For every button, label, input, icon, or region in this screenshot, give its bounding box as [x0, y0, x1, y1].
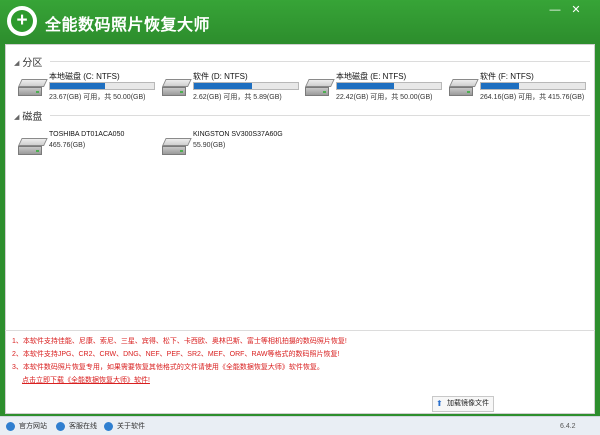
- app-title: 全能数码照片恢复大师: [45, 17, 211, 34]
- collapse-arrow-icon: ◢: [14, 114, 20, 121]
- hard-drive-icon: [18, 138, 48, 158]
- hard-drive-icon: [449, 79, 479, 99]
- disk-name: KINGSTON SV300S37A60G: [193, 131, 283, 138]
- partition-size: 264.16(GB) 可用，共 415.76(GB): [480, 94, 585, 101]
- collapse-arrow-icon: ◢: [14, 60, 20, 67]
- partition-item-c[interactable]: 本地磁盘 (C: NTFS) 23.67(GB) 可用，共 50.00(GB): [18, 71, 155, 111]
- close-button[interactable]: ✕: [568, 3, 584, 17]
- partition-name: 本地磁盘 (E: NTFS): [336, 72, 407, 81]
- disks-section-label: 磁盘: [22, 112, 43, 123]
- info-icon: [104, 422, 113, 431]
- status-bar: 官方网站 客服在线 关于软件 6.4.2: [0, 416, 600, 435]
- disk-name: TOSHIBA DT01ACA050: [49, 131, 125, 138]
- partition-name: 本地磁盘 (C: NTFS): [49, 72, 120, 81]
- notes-panel: 1、本软件支持佳能、尼康、索尼、三星、宾得、松下、卡西欧、奥林巴斯、富士等相机拍…: [12, 335, 432, 387]
- partition-item-e[interactable]: 本地磁盘 (E: NTFS) 22.42(GB) 可用，共 50.00(GB): [305, 71, 442, 111]
- official-site-label: 官方网站: [19, 423, 47, 430]
- usage-bar-fill: [50, 83, 106, 89]
- partition-size: 2.62(GB) 可用，共 5.89(GB): [193, 94, 282, 101]
- partitions-section-header[interactable]: ◢ 分区: [14, 54, 43, 69]
- hard-drive-icon: [162, 79, 192, 99]
- usage-bar: [336, 82, 442, 90]
- disk-item-kingston[interactable]: KINGSTON SV300S37A60G 55.90(GB): [162, 131, 297, 165]
- note-line: 1、本软件支持佳能、尼康、索尼、三星、宾得、松下、卡西欧、奥林巴斯、富士等相机拍…: [12, 338, 347, 345]
- usage-bar: [193, 82, 299, 90]
- partition-size: 22.42(GB) 可用，共 50.00(GB): [336, 94, 433, 101]
- partition-name: 软件 (D: NTFS): [193, 72, 248, 81]
- hard-drive-icon: [305, 79, 335, 99]
- partition-name: 软件 (F: NTFS): [480, 72, 534, 81]
- chat-icon: [56, 422, 65, 431]
- partition-item-d[interactable]: 软件 (D: NTFS) 2.62(GB) 可用，共 5.89(GB): [162, 71, 299, 111]
- online-service-link[interactable]: 客服在线: [56, 420, 97, 433]
- disk-item-toshiba[interactable]: TOSHIBA DT01ACA050 465.76(GB): [18, 131, 153, 165]
- hard-drive-icon: [18, 79, 48, 99]
- notes-divider: [5, 330, 595, 331]
- version-label: 6.4.2: [560, 423, 576, 430]
- minimize-button[interactable]: —: [547, 3, 563, 17]
- usage-bar: [480, 82, 586, 90]
- usage-bar-fill: [481, 83, 520, 89]
- partition-item-f[interactable]: 软件 (F: NTFS) 264.16(GB) 可用，共 415.76(GB): [449, 71, 586, 111]
- official-site-link[interactable]: 官方网站: [6, 420, 47, 433]
- section-divider: [50, 115, 590, 116]
- disk-size: 465.76(GB): [49, 142, 86, 149]
- load-image-button[interactable]: ⬆ 加载镜像文件: [432, 396, 494, 412]
- about-link[interactable]: 关于软件: [104, 420, 145, 433]
- load-image-label: 加载镜像文件: [447, 400, 489, 407]
- partition-size: 23.67(GB) 可用，共 50.00(GB): [49, 94, 146, 101]
- disks-section-header[interactable]: ◢ 磁盘: [14, 108, 43, 123]
- partitions-section-label: 分区: [22, 58, 43, 69]
- upload-icon: ⬆: [436, 399, 443, 408]
- note-line: 3、本软件数码照片恢复专用，如果需要恢复其他格式的文件请使用《全能数据恢复大师》…: [12, 364, 324, 371]
- globe-icon: [6, 422, 15, 431]
- usage-bar-fill: [194, 83, 253, 89]
- about-label: 关于软件: [117, 423, 145, 430]
- usage-bar-fill: [337, 83, 395, 89]
- usage-bar: [49, 82, 155, 90]
- hard-drive-icon: [162, 138, 192, 158]
- title-bar: + 全能数码照片恢复大师 — ✕: [0, 0, 600, 42]
- note-line: 2、本软件支持JPG、CR2、CRW、DNG、NEF、PEF、SR2、MEF、O…: [12, 351, 340, 358]
- section-divider: [50, 61, 590, 62]
- download-link[interactable]: 点击立即下载《全能数据恢复大师》软件!: [12, 374, 432, 387]
- online-service-label: 客服在线: [69, 423, 97, 430]
- disk-size: 55.90(GB): [193, 142, 226, 149]
- app-logo-icon: +: [7, 6, 37, 36]
